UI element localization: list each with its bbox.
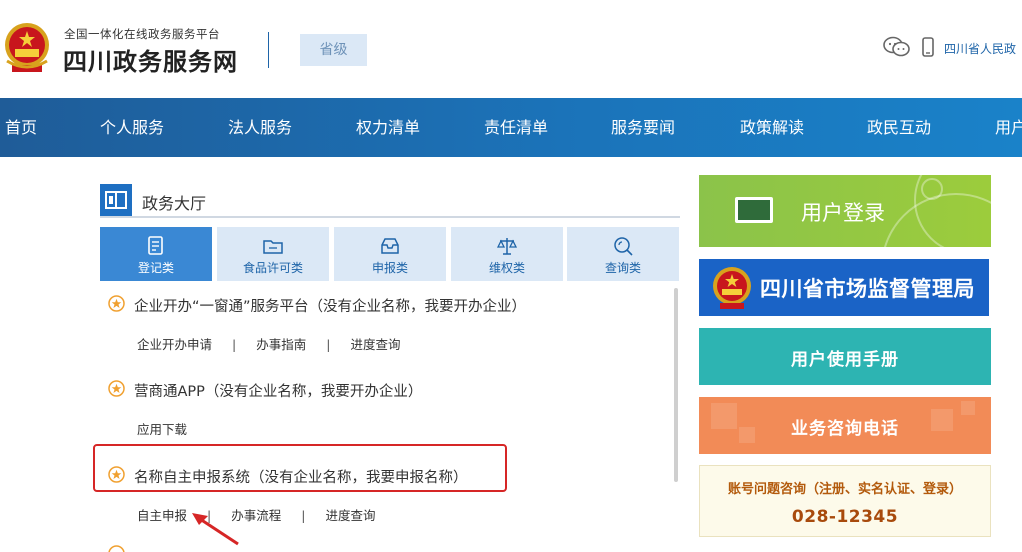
main-nav: 首页 个人服务 法人服务 权力清单 责任清单 服务要闻 政策解读 政民互动 用户 [0,98,1022,157]
highlight-box [93,444,507,492]
scale-icon [496,238,518,255]
link-self-declare[interactable]: 自主申报 [137,508,187,523]
tab-label: 登记类 [137,261,174,275]
national-emblem-logo[interactable] [2,21,52,75]
nav-item-duty-list[interactable]: 责任清单 [484,98,548,157]
hall-icon [100,184,132,216]
search-icon [614,237,633,256]
provincial-gov-link[interactable]: 四川省人民政 [944,40,1016,57]
nav-item-service-news[interactable]: 服务要闻 [611,98,675,157]
tab-label: 查询类 [604,261,641,275]
tab-label: 申报类 [371,261,408,275]
hotline-card[interactable]: 业务咨询电话 [699,397,991,454]
red-arrow-annotation [192,513,239,546]
link-progress-query[interactable]: 进度查询 [325,508,375,523]
account-consult-card: 账号问题咨询（注册、实名认证、登录） 028-12345 [699,465,991,537]
platform-slogan: 全国一体化在线政务服务平台 [64,27,220,41]
link-separator: | [232,337,237,352]
tab-declaration[interactable]: 申报类 [334,227,446,281]
inbox-icon [381,238,399,254]
nav-item-policy[interactable]: 政策解读 [740,98,804,157]
decor-ring [921,178,943,200]
nav-item-legal-person[interactable]: 法人服务 [228,98,292,157]
service-item-title[interactable]: 企业开办“一窗通”服务平台（没有企业名称，我要开办企业） [134,295,526,316]
market-label: 四川省市场监督管理局 [760,277,975,301]
nav-item-power-list[interactable]: 权力清单 [356,98,420,157]
market-regulation-card[interactable]: 四川省市场监督管理局 [699,259,989,316]
user-manual-card[interactable]: 用户使用手册 [699,328,991,385]
tab-food-license[interactable]: 食品许可类 [217,227,329,281]
service-item-links: 自主申报 | 办事流程 | 进度查询 [137,505,375,524]
user-login-card[interactable]: 用户登录 [699,175,991,247]
nav-item-user[interactable]: 用户 [995,98,1022,157]
list-scrollbar[interactable] [674,288,678,482]
hotline-label: 业务咨询电话 [791,419,899,439]
link-separator: | [301,508,306,523]
link-app-download[interactable]: 应用下载 [137,422,187,437]
nav-item-home[interactable]: 首页 [5,98,37,157]
tab-query[interactable]: 查询类 [567,227,679,281]
level-selector[interactable]: 省级 [300,34,367,66]
header-divider [268,32,269,68]
link-guide[interactable]: 办事指南 [256,337,306,352]
link-progress-query[interactable]: 进度查询 [350,337,400,352]
consult-phone[interactable]: 028-12345 [700,507,990,527]
star-badge-icon [108,545,125,552]
computer-icon [735,197,773,223]
wechat-icon[interactable] [883,36,911,58]
link-company-open-apply[interactable]: 企业开办申请 [137,337,212,352]
mobile-icon[interactable] [922,37,934,57]
decor-ring [881,193,991,247]
folder-icon [263,240,283,254]
site-header: 全国一体化在线政务服务平台 四川政务服务网 省级 四川省人民政 [0,0,1022,98]
tab-registration[interactable]: 登记类 [100,227,212,281]
consult-label: 账号问题咨询（注册、实名认证、登录） [727,482,962,497]
hall-header: 政务大厅 [100,184,680,218]
service-item-title[interactable]: 营商通APP（没有企业名称，我要开办企业） [134,380,422,401]
manual-label: 用户使用手册 [791,350,899,370]
service-item-links: 应用下载 [137,419,187,438]
document-icon [148,236,163,255]
service-item-links: 企业开办申请 | 办事指南 | 进度查询 [137,334,400,353]
nav-item-personal[interactable]: 个人服务 [100,98,164,157]
tab-rights-protection[interactable]: 维权类 [451,227,563,281]
nav-item-interaction[interactable]: 政民互动 [867,98,931,157]
national-emblem-icon [713,267,751,309]
login-label: 用户登录 [801,201,885,225]
hall-title: 政务大厅 [142,194,207,213]
link-separator: | [326,337,331,352]
tab-label: 食品许可类 [242,261,303,275]
star-badge-icon [108,380,125,397]
tab-label: 维权类 [488,261,525,275]
decor-square [961,401,975,415]
star-badge-icon [108,295,125,312]
site-name[interactable]: 四川政务服务网 [63,42,238,77]
